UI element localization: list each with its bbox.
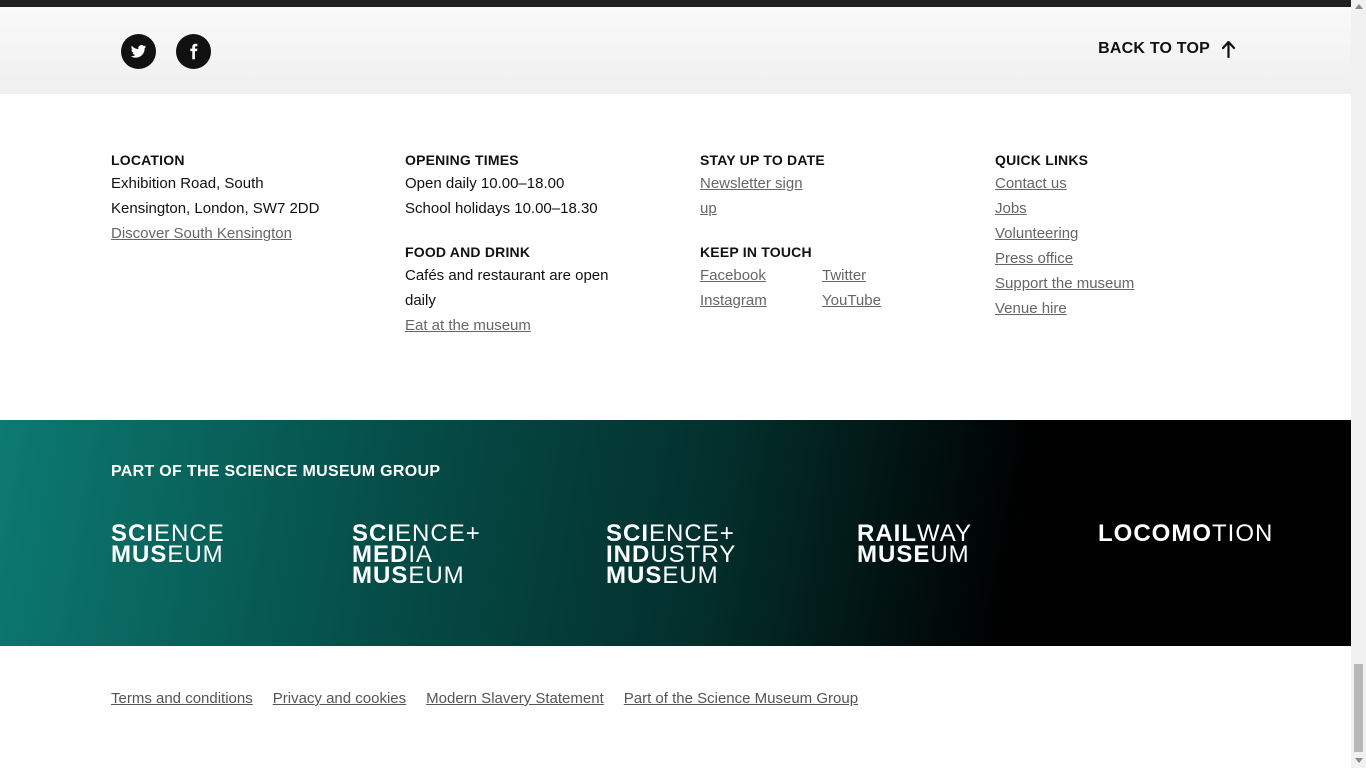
jobs-link[interactable]: Jobs xyxy=(995,196,1235,221)
industry-museum-logo-line3: MUSEUM xyxy=(606,562,719,589)
eat-at-museum-link[interactable]: Eat at the museum xyxy=(405,313,645,338)
museum-group-banner: PART OF THE SCIENCE MUSEUM GROUP SCIENCE… xyxy=(0,420,1351,646)
top-dark-bar xyxy=(0,0,1351,7)
newsletter-link-line2: up xyxy=(700,200,717,217)
media-museum-logo-line3: MUSEUM xyxy=(352,562,465,589)
terms-link[interactable]: Terms and conditions xyxy=(111,690,253,707)
scroll-up-icon[interactable] xyxy=(1355,4,1363,9)
stay-heading: STAY UP TO DATE xyxy=(700,152,825,168)
opening-line2: School holidays 10.00–18.30 xyxy=(405,200,598,217)
facebook-button[interactable] xyxy=(176,34,211,69)
twitter-icon xyxy=(130,45,147,58)
footer-info: LOCATION Exhibition Road, South Kensingt… xyxy=(0,150,1351,420)
twitter-button[interactable] xyxy=(121,34,156,69)
locomotion-logo[interactable]: LOCOMOTION xyxy=(1098,520,1274,547)
modern-slavery-link[interactable]: Modern Slavery Statement xyxy=(426,690,604,707)
social-strip: BACK TO TOP xyxy=(0,7,1351,94)
location-address-line2: Kensington, London, SW7 2DD xyxy=(111,200,320,217)
page: BACK TO TOP LOCATION Exhibition Road, So… xyxy=(0,0,1351,768)
railway-museum-logo[interactable]: RAILWAY MUSEUM xyxy=(857,522,972,568)
back-to-top-button[interactable]: BACK TO TOP xyxy=(1098,40,1235,58)
science-museum-logo-line2: MUSEUM xyxy=(111,541,224,568)
science-museum-group-link[interactable]: Part of the Science Museum Group xyxy=(624,690,858,707)
location-address-line1: Exhibition Road, South xyxy=(111,175,264,192)
facebook-icon xyxy=(190,43,198,60)
opening-line1: Open daily 10.00–18.00 xyxy=(405,175,565,192)
privacy-link[interactable]: Privacy and cookies xyxy=(273,690,406,707)
media-museum-logo[interactable]: SCIENCE+ MEDIA MUSEUM xyxy=(352,522,481,589)
venue-hire-link[interactable]: Venue hire xyxy=(995,296,1235,321)
location-heading: LOCATION xyxy=(111,152,185,168)
social-links: Facebook Twitter Instagram YouTube xyxy=(700,263,940,313)
youtube-link[interactable]: YouTube xyxy=(822,288,922,313)
locomotion-logo-text: LOCOMOTION xyxy=(1098,520,1274,547)
group-heading: PART OF THE SCIENCE MUSEUM GROUP xyxy=(111,463,441,480)
contact-us-link[interactable]: Contact us xyxy=(995,171,1235,196)
scrollbar-thumb[interactable] xyxy=(1354,664,1363,752)
newsletter-link-line1: Newsletter sign xyxy=(700,175,803,192)
newsletter-link[interactable]: Newsletter sign up xyxy=(700,171,940,221)
location-column: LOCATION Exhibition Road, South Kensingt… xyxy=(111,150,351,246)
food-heading: FOOD AND DRINK xyxy=(405,244,531,260)
food-line2: daily xyxy=(405,292,436,309)
railway-museum-logo-line2: MUSEUM xyxy=(857,541,970,568)
quick-links-column: QUICK LINKS Contact us Jobs Volunteering… xyxy=(995,150,1235,321)
facebook-link[interactable]: Facebook xyxy=(700,263,822,288)
quick-links-heading: QUICK LINKS xyxy=(995,152,1089,168)
keep-in-touch-heading: KEEP IN TOUCH xyxy=(700,244,812,260)
industry-museum-logo[interactable]: SCIENCE+ INDUSTRY MUSEUM xyxy=(606,522,736,589)
science-museum-logo[interactable]: SCIENCE MUSEUM xyxy=(111,522,225,568)
discover-south-kensington-link[interactable]: Discover South Kensington xyxy=(111,221,351,246)
back-to-top-label: BACK TO TOP xyxy=(1098,40,1210,57)
legal-links: Terms and conditions Privacy and cookies… xyxy=(111,690,858,707)
opening-heading: OPENING TIMES xyxy=(405,152,519,168)
arrow-up-icon xyxy=(1222,40,1235,58)
scroll-down-icon[interactable] xyxy=(1355,758,1363,763)
instagram-link[interactable]: Instagram xyxy=(700,288,822,313)
opening-column: OPENING TIMES Open daily 10.00–18.00 Sch… xyxy=(405,150,645,338)
twitter-link[interactable]: Twitter xyxy=(822,263,922,288)
stay-column: STAY UP TO DATE Newsletter sign up KEEP … xyxy=(700,150,940,313)
support-museum-link[interactable]: Support the museum xyxy=(995,271,1235,296)
food-line1: Cafés and restaurant are open xyxy=(405,267,609,284)
press-office-link[interactable]: Press office xyxy=(995,246,1235,271)
volunteering-link[interactable]: Volunteering xyxy=(995,221,1235,246)
vertical-scrollbar[interactable] xyxy=(1351,0,1366,768)
